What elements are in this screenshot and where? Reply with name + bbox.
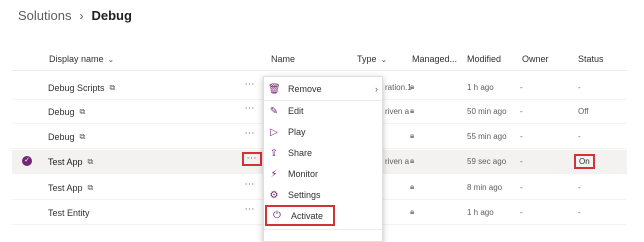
menu-divider — [264, 229, 382, 230]
row-owner: - — [520, 157, 523, 166]
row-owner: - — [520, 183, 523, 192]
row-owner: - — [520, 107, 523, 116]
column-header-label: Modified — [467, 54, 502, 64]
breadcrumb: Solutions › Debug — [18, 8, 132, 23]
open-external-icon[interactable]: ⧉ — [88, 183, 94, 193]
column-header-label: Type — [357, 54, 377, 64]
breadcrumb-solutions-link[interactable]: Solutions — [18, 8, 71, 23]
row-owner: - — [520, 132, 523, 141]
menu-item-play[interactable]: ▷ Play — [264, 122, 382, 142]
context-menu: 🗑︎ Remove › ✎ Edit ▷ Play ⇪ Share ⚡︎ Mon… — [263, 76, 383, 242]
lock-icon: 🔒︎ — [410, 82, 415, 91]
row-status: - — [578, 132, 581, 141]
more-options-button[interactable]: ⋯ — [242, 103, 258, 115]
gear-icon: ⚙︎ — [269, 189, 279, 201]
row-status: On — [574, 154, 595, 169]
row-display-name[interactable]: Test App ⧉ — [48, 183, 93, 193]
row-owner: - — [520, 208, 523, 217]
open-external-icon[interactable]: ⧉ — [80, 107, 86, 117]
more-options-button[interactable]: ⋯ — [242, 128, 258, 140]
menu-item-settings[interactable]: ⚙︎ Settings — [264, 185, 382, 205]
menu-item-label: Settings — [288, 190, 321, 200]
row-modified: 50 min ago — [467, 107, 507, 116]
row-display-name-text: Test Entity — [48, 208, 90, 218]
row-display-name[interactable]: Debug ⧉ — [48, 132, 85, 142]
lock-icon: 🔒︎ — [410, 156, 415, 165]
row-modified: 55 min ago — [467, 132, 507, 141]
lock-icon: 🔒︎ — [410, 131, 415, 140]
more-options-button[interactable]: ⋯ — [242, 79, 258, 91]
row-display-name-text: Debug Scripts — [48, 83, 105, 93]
row-modified: 1 h ago — [467, 208, 494, 217]
column-header-modified[interactable]: Modified — [467, 54, 501, 64]
open-external-icon[interactable]: ⧉ — [110, 83, 116, 93]
row-modified: 8 min ago — [467, 183, 503, 192]
row-display-name-text: Debug — [48, 107, 75, 117]
menu-item-label: Edit — [288, 106, 304, 116]
menu-item-label: Share — [288, 148, 313, 158]
menu-item-monitor[interactable]: ⚡︎ Monitor — [264, 164, 382, 184]
menu-item-label: Remove — [288, 84, 322, 94]
menu-item-activate[interactable]: ⏻ Activate — [265, 205, 335, 226]
row-status: - — [578, 183, 581, 192]
open-external-icon[interactable]: ⧉ — [80, 132, 86, 142]
column-header-label: Owner — [522, 54, 549, 64]
pencil-icon: ✎ — [269, 105, 279, 117]
row-modified: 59 sec ago — [467, 157, 507, 166]
open-external-icon[interactable]: ⧉ — [88, 157, 94, 167]
play-icon: ▷ — [270, 126, 278, 138]
more-options-button[interactable]: ⋯ — [242, 179, 258, 191]
menu-item-remove[interactable]: 🗑︎ Remove › — [264, 79, 382, 99]
checkmark-icon[interactable]: ✓ — [22, 156, 32, 166]
row-type-text: riven a — [385, 107, 410, 116]
column-header-label: Name — [271, 54, 296, 64]
row-display-name-text: Test App — [48, 183, 83, 193]
row-status: - — [578, 83, 581, 92]
row-status: - — [578, 208, 581, 217]
column-header-display-name[interactable]: Display name ⌄ — [49, 54, 114, 64]
menu-item-share[interactable]: ⇪ Share — [264, 143, 382, 163]
chevron-right-icon: › — [375, 84, 378, 94]
more-options-button[interactable]: ⋯ — [242, 152, 262, 166]
lock-icon: 🔒︎ — [410, 106, 415, 115]
row-display-name[interactable]: Test App ⧉ — [48, 157, 93, 167]
breadcrumb-current: Debug — [91, 8, 132, 23]
header-divider — [12, 70, 627, 71]
row-modified: 1 h ago — [467, 83, 494, 92]
column-header-name[interactable]: Name — [271, 54, 295, 64]
share-icon: ⇪ — [269, 147, 279, 159]
chevron-down-icon: ⌄ — [380, 54, 388, 64]
column-header-type[interactable]: Type ⌄ — [357, 54, 387, 64]
row-display-name[interactable]: Debug Scripts ⧉ — [48, 83, 115, 93]
lock-icon: 🔒︎ — [410, 182, 415, 191]
column-header-owner[interactable]: Owner — [522, 54, 549, 64]
column-header-label: Managed... — [412, 54, 458, 64]
breadcrumb-separator: › — [79, 8, 84, 23]
row-owner: - — [520, 83, 523, 92]
power-icon: ⏻ — [273, 210, 281, 221]
row-type-text: ration.1 — [385, 83, 412, 92]
row-display-name[interactable]: Debug ⧉ — [48, 107, 85, 117]
grid-header: Display name ⌄ Name Type ⌄ Managed... Mo… — [0, 54, 644, 70]
column-header-status[interactable]: Status — [578, 54, 604, 64]
menu-item-label: Play — [288, 127, 306, 137]
menu-item-label: Activate — [291, 210, 324, 221]
more-options-button[interactable]: ⋯ — [242, 204, 258, 216]
monitor-icon: ⚡︎ — [270, 168, 278, 180]
column-header-label: Status — [578, 54, 604, 64]
chevron-down-icon: ⌄ — [107, 54, 115, 64]
row-display-name-text: Test App — [48, 157, 83, 167]
row-status: Off — [578, 107, 589, 116]
menu-item-edit[interactable]: ✎ Edit — [264, 101, 382, 121]
row-type-text: riven a — [385, 157, 410, 166]
column-header-label: Display name — [49, 54, 104, 64]
column-header-managed[interactable]: Managed... — [412, 54, 457, 64]
row-display-name[interactable]: Test Entity — [48, 208, 90, 218]
row-display-name-text: Debug — [48, 132, 75, 142]
trash-icon: 🗑︎ — [268, 83, 281, 95]
menu-item-label: Monitor — [288, 169, 319, 179]
lock-icon: 🔒︎ — [410, 207, 415, 216]
